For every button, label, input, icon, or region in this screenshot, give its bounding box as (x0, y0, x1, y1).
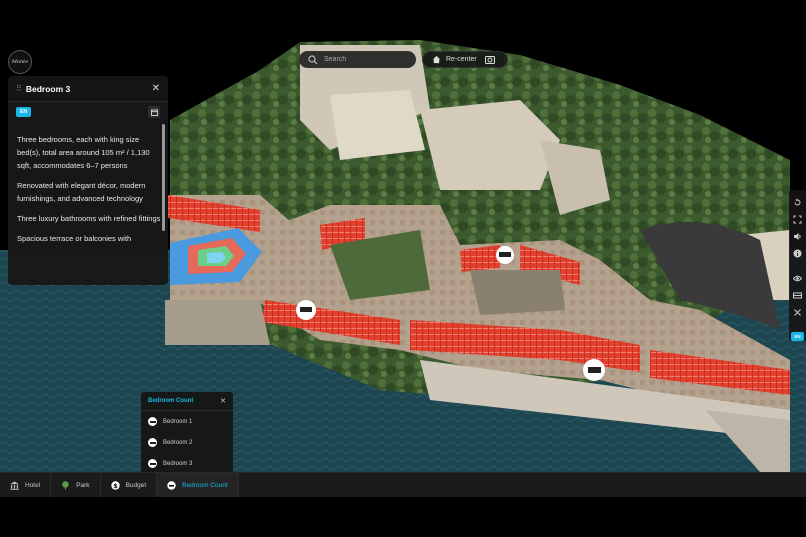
bedroom-list-item[interactable]: Bedroom 3 (141, 453, 233, 474)
bedroom-list-item[interactable]: Bedroom 2 (141, 432, 233, 453)
brand-logo: Monte (8, 50, 32, 74)
tab-label: Hotel (25, 481, 41, 489)
bedroom-count-title: Bedroom Count (148, 398, 194, 404)
language-toggle[interactable]: EN (791, 332, 804, 341)
calendar-icon (150, 109, 158, 116)
bed-icon (167, 480, 176, 490)
bottom-tab-bar: Hotel Park $ Budget Bedroom Count (0, 472, 806, 497)
map-viewport[interactable]: Monte Re-center ⠿ Bedroom 3 ✕ EN Three b… (0, 0, 806, 537)
info-panel-title: Bedroom 3 (25, 83, 71, 94)
sound-icon[interactable] (793, 232, 802, 241)
recenter-label: Re-center (446, 56, 477, 63)
bedroom-count-popup: Bedroom Count ✕ Bedroom 1 Bedroom 2 Bedr… (141, 392, 233, 472)
camera-icon[interactable] (485, 55, 495, 64)
recenter-button[interactable]: Re-center (422, 51, 508, 68)
tab-park[interactable]: Park (51, 473, 101, 497)
close-icon[interactable]: ✕ (220, 397, 226, 405)
rotate-icon[interactable] (793, 198, 802, 207)
calendar-button[interactable] (148, 106, 160, 118)
info-panel-scrollbar[interactable] (162, 124, 165, 231)
tab-budget[interactable]: $ Budget (101, 473, 158, 497)
info-panel: ⠿ Bedroom 3 ✕ EN Three bedrooms, each wi… (8, 76, 168, 285)
bed-icon (148, 459, 157, 468)
tab-bedroom-count[interactable]: Bedroom Count (157, 473, 239, 497)
eye-icon[interactable] (793, 274, 802, 283)
bedroom-list-item[interactable]: Bedroom 1 (141, 411, 233, 432)
tree-icon (62, 480, 69, 490)
bedroom-marker-1[interactable] (296, 300, 316, 320)
tab-hotel[interactable]: Hotel (0, 473, 52, 497)
right-toolbar: EN (789, 190, 806, 341)
fullscreen-icon[interactable] (793, 215, 802, 224)
description-paragraph: Renovated with elegant décor, modern fur… (17, 181, 146, 203)
dollar-icon: $ (110, 480, 120, 490)
drag-handle-icon[interactable]: ⠿ (16, 84, 22, 93)
home-icon (432, 55, 441, 64)
info-icon[interactable] (793, 249, 802, 258)
building-icon (10, 481, 19, 490)
svg-text:$: $ (113, 482, 118, 490)
bed-icon (148, 438, 157, 447)
bedroom-list-label: Bedroom 1 (163, 418, 193, 425)
tab-label: Park (76, 481, 90, 489)
close-icon[interactable] (793, 308, 802, 317)
close-icon[interactable]: ✕ (152, 83, 160, 94)
search-input[interactable] (324, 56, 404, 63)
bed-icon (148, 417, 157, 426)
info-panel-header[interactable]: ⠿ Bedroom 3 ✕ (8, 76, 168, 102)
tab-label: Bedroom Count (182, 481, 228, 489)
tab-label: Budget (125, 481, 147, 489)
search-bar[interactable] (299, 51, 416, 68)
description-paragraph: Three luxury bathrooms with refined fitt… (17, 214, 161, 223)
search-icon (308, 54, 318, 64)
bedroom-marker-2[interactable] (496, 246, 514, 264)
info-panel-description: Three bedrooms, each with king size bed(… (17, 133, 162, 252)
bedroom-list-label: Bedroom 2 (163, 439, 193, 446)
bedroom-marker-3[interactable] (583, 359, 605, 381)
description-paragraph: Spacious terrace or balconies with (17, 234, 132, 243)
layers-icon[interactable] (793, 291, 802, 300)
language-badge[interactable]: EN (16, 107, 31, 117)
bedroom-list-label: Bedroom 3 (163, 460, 193, 467)
description-paragraph: Three bedrooms, each with king size bed(… (17, 135, 150, 170)
